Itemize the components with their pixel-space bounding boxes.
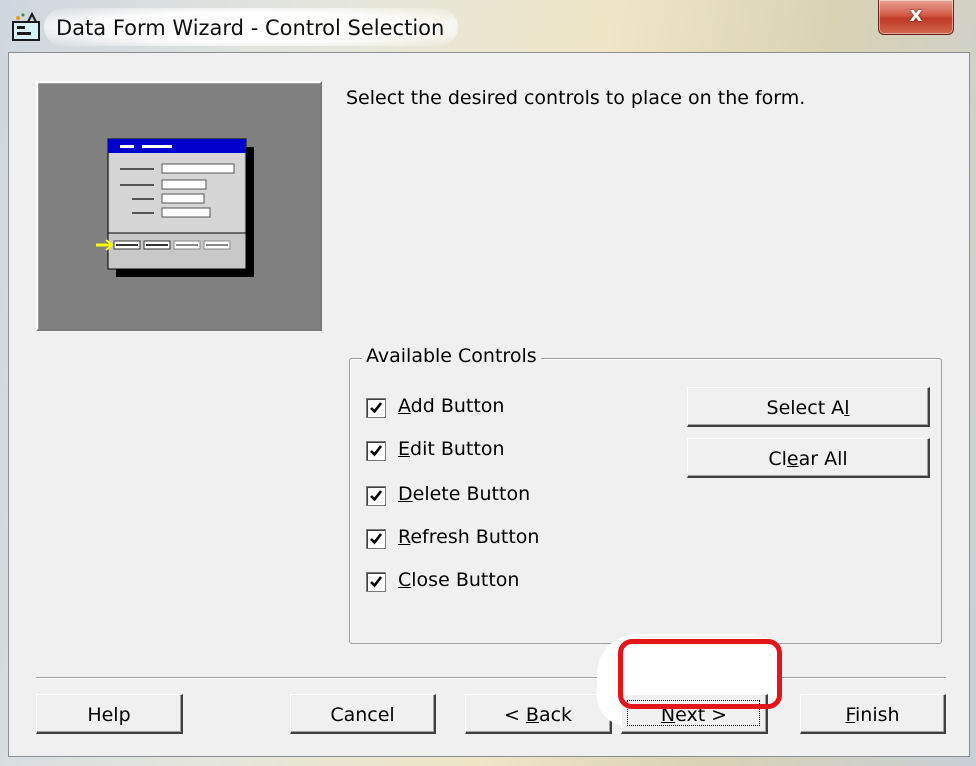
checkbox-label: Refresh Button — [398, 526, 540, 548]
window-title: Data Form Wizard - Control Selection — [56, 16, 445, 40]
form-preview-graphic — [96, 138, 254, 277]
checkbox-label: Add Button — [398, 395, 505, 417]
checkbox-label: Delete Button — [398, 483, 531, 505]
close-icon: x — [909, 2, 923, 26]
check-icon — [370, 445, 383, 457]
title-bar[interactable]: Data Form Wizard - Control Selection x — [0, 0, 976, 52]
checkbox-label: Edit Button — [398, 438, 505, 460]
checkbox-box[interactable] — [366, 529, 386, 549]
checkbox-box[interactable] — [366, 441, 386, 461]
back-button[interactable]: < Back — [465, 694, 612, 734]
check-icon — [370, 533, 383, 545]
check-icon — [370, 576, 383, 588]
checkbox-box[interactable] — [366, 572, 386, 592]
clear-all-button[interactable]: Clear All — [687, 438, 930, 478]
form-preview-image — [36, 81, 322, 331]
available-controls-group: Available Controls Add Button Edit Butto… — [349, 345, 942, 644]
app-icon — [12, 12, 40, 41]
footer-separator — [36, 677, 946, 679]
group-legend: Available Controls — [362, 345, 541, 367]
close-button[interactable]: x — [878, 0, 954, 35]
checkbox-box[interactable] — [366, 398, 386, 418]
check-icon — [370, 402, 383, 414]
check-icon — [370, 490, 383, 502]
finish-button[interactable]: Finish — [800, 694, 946, 734]
select-all-button[interactable]: Select Al — [687, 387, 930, 427]
window-frame: Data Form Wizard - Control Selection x S… — [0, 0, 976, 766]
cancel-button[interactable]: Cancel — [290, 694, 436, 734]
checkbox-box[interactable] — [366, 486, 386, 506]
annotation-highlight-circle — [618, 639, 782, 709]
checkbox-label: Close Button — [398, 569, 520, 591]
help-button[interactable]: Help — [36, 694, 183, 734]
wizard-client-area: Select the desired controls to place on … — [8, 52, 970, 757]
instruction-text: Select the desired controls to place on … — [346, 87, 806, 109]
